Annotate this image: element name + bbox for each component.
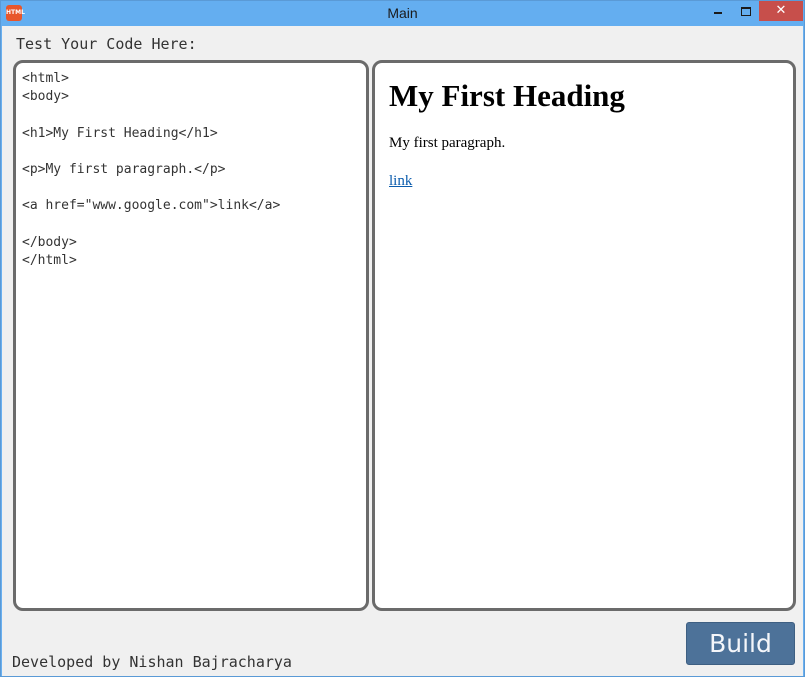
developer-credit: Developed by Nishan Bajracharya	[12, 653, 292, 671]
maximize-icon	[741, 7, 751, 16]
window-content: Test Your Code Here: <html> <body> <h1>M…	[2, 26, 803, 676]
window-title: Main	[387, 5, 418, 21]
code-editor-text[interactable]: <html> <body> <h1>My First Heading</h1> …	[16, 63, 366, 270]
close-icon: ✕	[775, 3, 787, 18]
preview-paragraph: My first paragraph.	[389, 135, 506, 151]
preview-pane: My First Heading My first paragraph. lin…	[372, 60, 796, 611]
editor-heading-label: Test Your Code Here:	[16, 35, 197, 53]
minimize-icon	[714, 12, 722, 14]
preview-link[interactable]: link	[389, 173, 412, 190]
preview-heading: My First Heading	[389, 78, 625, 113]
minimize-button[interactable]	[705, 1, 732, 21]
title-bar[interactable]: HTML Main ✕	[1, 1, 804, 26]
maximize-button[interactable]	[732, 1, 759, 21]
code-editor[interactable]: <html> <body> <h1>My First Heading</h1> …	[13, 60, 369, 611]
app-window: HTML Main ✕ Test Your Code Here: <html> …	[0, 0, 805, 677]
build-button[interactable]: Build	[686, 622, 795, 665]
close-button[interactable]: ✕	[759, 1, 803, 21]
